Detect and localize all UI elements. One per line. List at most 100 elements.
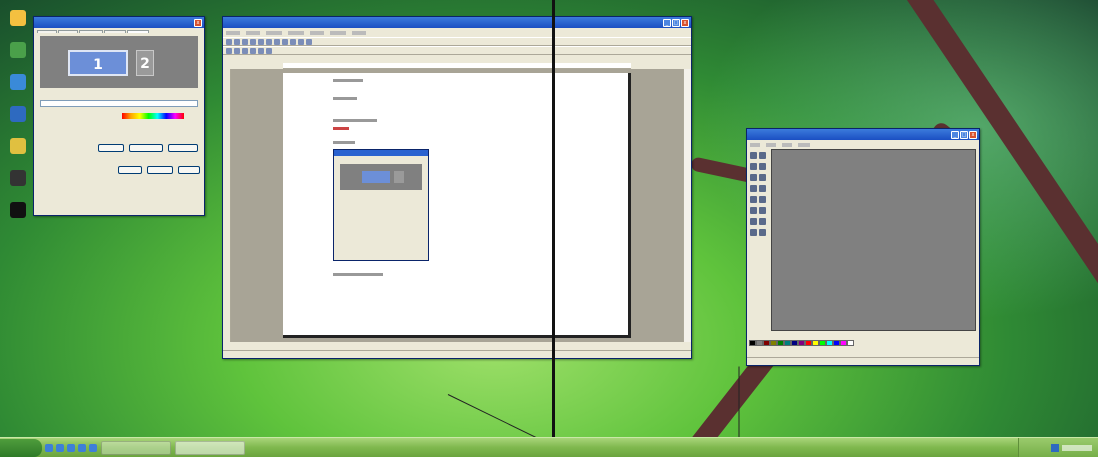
save-icon[interactable] <box>242 38 248 45</box>
brush-icon[interactable] <box>759 185 766 192</box>
bold-icon[interactable] <box>226 47 232 54</box>
color-swatch[interactable] <box>847 340 854 346</box>
print-icon[interactable] <box>250 38 256 45</box>
doc-link[interactable] <box>333 127 349 130</box>
color-swatch[interactable] <box>791 340 798 346</box>
color-swatch[interactable] <box>840 340 847 346</box>
terminal-icon[interactable] <box>10 202 26 218</box>
quick-launch-icon[interactable] <box>89 443 97 452</box>
maximize-icon[interactable]: □ <box>960 130 968 139</box>
pencil-icon[interactable] <box>750 185 757 192</box>
color-swatch[interactable] <box>798 340 805 346</box>
tab-settings[interactable] <box>127 30 149 33</box>
rectangle-icon[interactable] <box>750 218 757 225</box>
free-select-icon[interactable] <box>759 152 766 159</box>
magnifier-icon[interactable] <box>759 174 766 181</box>
minimize-icon[interactable]: _ <box>951 130 959 139</box>
maximize-icon[interactable]: □ <box>672 18 680 27</box>
rounded-rect-icon[interactable] <box>759 229 766 236</box>
color-swatch[interactable] <box>819 340 826 346</box>
word-titlebar[interactable]: _ □ x <box>223 17 691 28</box>
color-swatch[interactable] <box>784 340 791 346</box>
align-center-icon[interactable] <box>258 47 264 54</box>
color-swatch[interactable] <box>770 340 777 346</box>
quick-launch-icon[interactable] <box>56 443 64 452</box>
media-icon[interactable] <box>10 170 26 186</box>
menu-item[interactable] <box>310 30 324 35</box>
color-swatch[interactable] <box>826 340 833 346</box>
ok-button[interactable] <box>117 165 142 174</box>
redo-icon[interactable] <box>290 38 296 45</box>
text-icon[interactable] <box>759 196 766 203</box>
embedded-screenshot[interactable] <box>333 149 429 261</box>
display-properties-titlebar[interactable]: x <box>34 17 204 28</box>
word-window[interactable]: _ □ x <box>222 16 692 359</box>
color-swatch[interactable] <box>756 340 763 346</box>
menu-item[interactable] <box>766 142 776 147</box>
monitor-1[interactable]: 1 <box>68 50 128 76</box>
quick-launch-icon[interactable] <box>78 443 86 452</box>
my-documents-icon[interactable] <box>10 42 26 58</box>
cut-icon[interactable] <box>258 38 264 45</box>
color-swatch[interactable] <box>805 340 812 346</box>
identify-button[interactable] <box>97 143 124 152</box>
align-right-icon[interactable] <box>266 47 272 54</box>
quick-launch-icon[interactable] <box>67 443 75 452</box>
new-icon[interactable] <box>226 38 232 45</box>
paint-titlebar[interactable]: _ □ x <box>747 129 979 140</box>
select-icon[interactable] <box>750 152 757 159</box>
tab-screen-saver[interactable] <box>79 30 103 33</box>
zoom-icon[interactable] <box>306 38 312 45</box>
line-icon[interactable] <box>750 207 757 214</box>
tab-appearance[interactable] <box>104 30 126 33</box>
quick-launch-icon[interactable] <box>45 443 53 452</box>
menu-item[interactable] <box>266 30 282 35</box>
troubleshoot-button[interactable] <box>128 143 163 152</box>
color-swatch[interactable] <box>833 340 840 346</box>
curve-icon[interactable] <box>759 207 766 214</box>
taskbar-button-word[interactable] <box>175 440 245 455</box>
tray-clock[interactable] <box>1062 444 1092 451</box>
my-computer-icon[interactable] <box>10 10 26 26</box>
tab-desktop[interactable] <box>58 30 78 33</box>
tab-themes[interactable] <box>37 30 57 33</box>
table-icon[interactable] <box>298 38 304 45</box>
network-icon[interactable] <box>10 74 26 90</box>
close-icon[interactable]: x <box>194 18 202 27</box>
picker-icon[interactable] <box>750 174 757 181</box>
monitor-2[interactable]: 2 <box>136 50 154 76</box>
color-swatch[interactable] <box>763 340 770 346</box>
menu-item[interactable] <box>330 30 346 35</box>
undo-icon[interactable] <box>282 38 288 45</box>
eraser-icon[interactable] <box>750 163 757 170</box>
advanced-button[interactable] <box>168 143 198 152</box>
color-swatch[interactable] <box>749 340 756 346</box>
start-button[interactable] <box>0 438 42 457</box>
color-swatch[interactable] <box>777 340 784 346</box>
menu-item[interactable] <box>246 30 260 35</box>
menu-item[interactable] <box>226 30 240 35</box>
menu-item[interactable] <box>352 30 366 35</box>
paste-icon[interactable] <box>274 38 280 45</box>
paint-window[interactable]: _ □ x <box>746 128 980 366</box>
menu-item[interactable] <box>798 142 810 147</box>
vertical-ruler[interactable] <box>223 69 231 342</box>
minimize-icon[interactable]: _ <box>663 18 671 27</box>
airbrush-icon[interactable] <box>750 196 757 203</box>
display-select[interactable] <box>40 100 198 107</box>
internet-icon[interactable] <box>10 138 26 154</box>
recycle-bin-icon[interactable] <box>10 106 26 122</box>
polygon-icon[interactable] <box>759 218 766 225</box>
close-icon[interactable]: x <box>681 18 689 27</box>
vertical-scrollbar[interactable] <box>683 69 691 342</box>
apply-button[interactable] <box>178 165 200 174</box>
copy-icon[interactable] <box>266 38 272 45</box>
monitor-arrangement[interactable]: 1 2 <box>40 36 198 88</box>
underline-icon[interactable] <box>242 47 248 54</box>
italic-icon[interactable] <box>234 47 240 54</box>
color-swatch[interactable] <box>812 340 819 346</box>
open-icon[interactable] <box>234 38 240 45</box>
fill-icon[interactable] <box>759 163 766 170</box>
menu-item[interactable] <box>782 142 792 147</box>
ellipse-icon[interactable] <box>750 229 757 236</box>
